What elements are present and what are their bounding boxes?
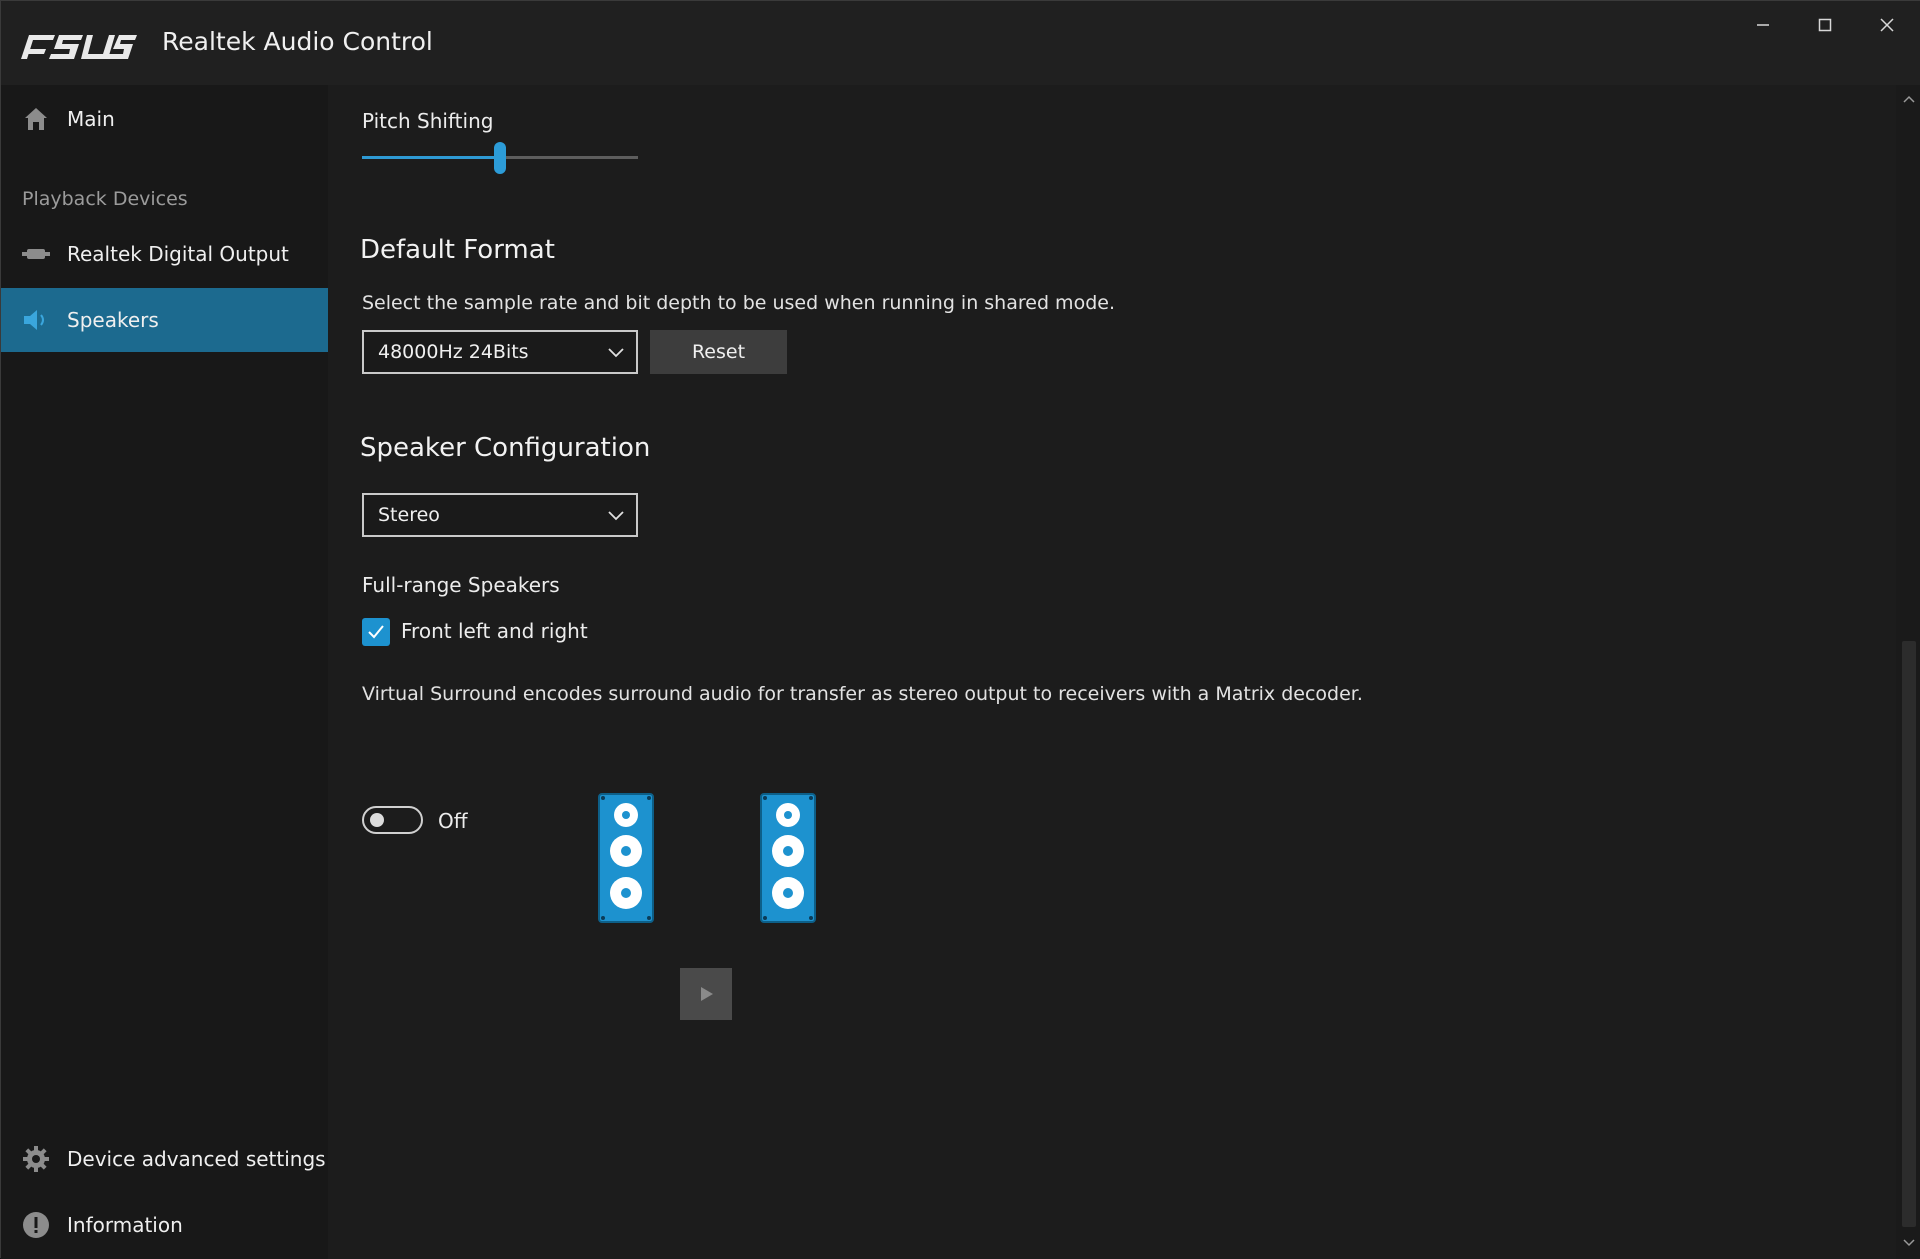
- close-icon: [1880, 18, 1894, 32]
- virtual-surround-description: Virtual Surround encodes surround audio …: [362, 683, 1363, 705]
- minimize-icon: [1757, 24, 1769, 26]
- asus-logo: [21, 35, 137, 59]
- sidebar-item-label: Device advanced settings: [67, 1147, 326, 1171]
- right-speaker-icon[interactable]: [760, 793, 816, 923]
- play-test-button[interactable]: [680, 968, 732, 1020]
- vertical-scrollbar[interactable]: [1896, 85, 1920, 1259]
- minimize-button[interactable]: [1732, 1, 1794, 49]
- sidebar: Main Playback Devices Realtek Digital Ou…: [1, 85, 328, 1259]
- slider-thumb[interactable]: [494, 142, 506, 174]
- checkbox-label: Front left and right: [401, 619, 588, 643]
- gear-icon: [21, 1144, 51, 1174]
- sidebar-item-label: Realtek Digital Output: [67, 242, 289, 266]
- toggle-knob: [370, 813, 384, 827]
- info-icon: [21, 1210, 51, 1240]
- play-icon: [701, 987, 713, 1001]
- front-left-right-checkbox[interactable]: [362, 618, 390, 646]
- sidebar-item-label: Main: [67, 107, 115, 131]
- maximize-icon: [1818, 18, 1832, 32]
- reset-button[interactable]: Reset: [650, 330, 787, 374]
- left-speaker-icon[interactable]: [598, 793, 654, 923]
- close-button[interactable]: [1856, 1, 1918, 49]
- pitch-shifting-slider[interactable]: [362, 142, 638, 174]
- home-icon: [21, 104, 51, 134]
- chevron-up-icon[interactable]: [1901, 91, 1917, 107]
- checkmark-icon: [368, 625, 384, 639]
- dropdown-value: Stereo: [378, 504, 440, 526]
- sidebar-item-information[interactable]: Information: [1, 1193, 328, 1257]
- chevron-down-icon: [608, 511, 624, 521]
- full-range-speakers-title: Full-range Speakers: [362, 573, 560, 597]
- scrollbar-thumb[interactable]: [1902, 641, 1916, 1227]
- app-title: Realtek Audio Control: [162, 27, 433, 56]
- speaker-icon: [21, 305, 51, 335]
- sidebar-item-speakers[interactable]: Speakers: [1, 288, 328, 352]
- section-label-playback-devices: Playback Devices: [22, 188, 188, 210]
- sidebar-item-device-advanced-settings[interactable]: Device advanced settings: [1, 1127, 328, 1191]
- chevron-down-icon[interactable]: [1901, 1235, 1917, 1251]
- dropdown-value: 48000Hz 24Bits: [378, 341, 529, 363]
- chevron-down-icon: [608, 348, 624, 358]
- app-window: Realtek Audio Control Main Playback Devi…: [0, 0, 1920, 1259]
- sidebar-item-main[interactable]: Main: [1, 87, 328, 151]
- virtual-surround-toggle[interactable]: [362, 806, 423, 834]
- default-format-dropdown[interactable]: 48000Hz 24Bits: [362, 330, 638, 374]
- main-content: Pitch Shifting Default Format Select the…: [328, 85, 1896, 1259]
- title-bar: Realtek Audio Control: [1, 1, 1920, 85]
- speaker-configuration-dropdown[interactable]: Stereo: [362, 493, 638, 537]
- digital-output-icon: [21, 239, 51, 269]
- default-format-title: Default Format: [360, 235, 555, 265]
- slider-fill: [362, 156, 500, 159]
- pitch-shifting-label: Pitch Shifting: [362, 109, 494, 133]
- sidebar-item-label: Information: [67, 1213, 183, 1237]
- default-format-description: Select the sample rate and bit depth to …: [362, 292, 1115, 314]
- speaker-configuration-title: Speaker Configuration: [360, 433, 651, 463]
- sidebar-item-realtek-digital-output[interactable]: Realtek Digital Output: [1, 222, 328, 286]
- toggle-state-label: Off: [438, 809, 468, 833]
- maximize-button[interactable]: [1794, 1, 1856, 49]
- sidebar-item-label: Speakers: [67, 308, 159, 332]
